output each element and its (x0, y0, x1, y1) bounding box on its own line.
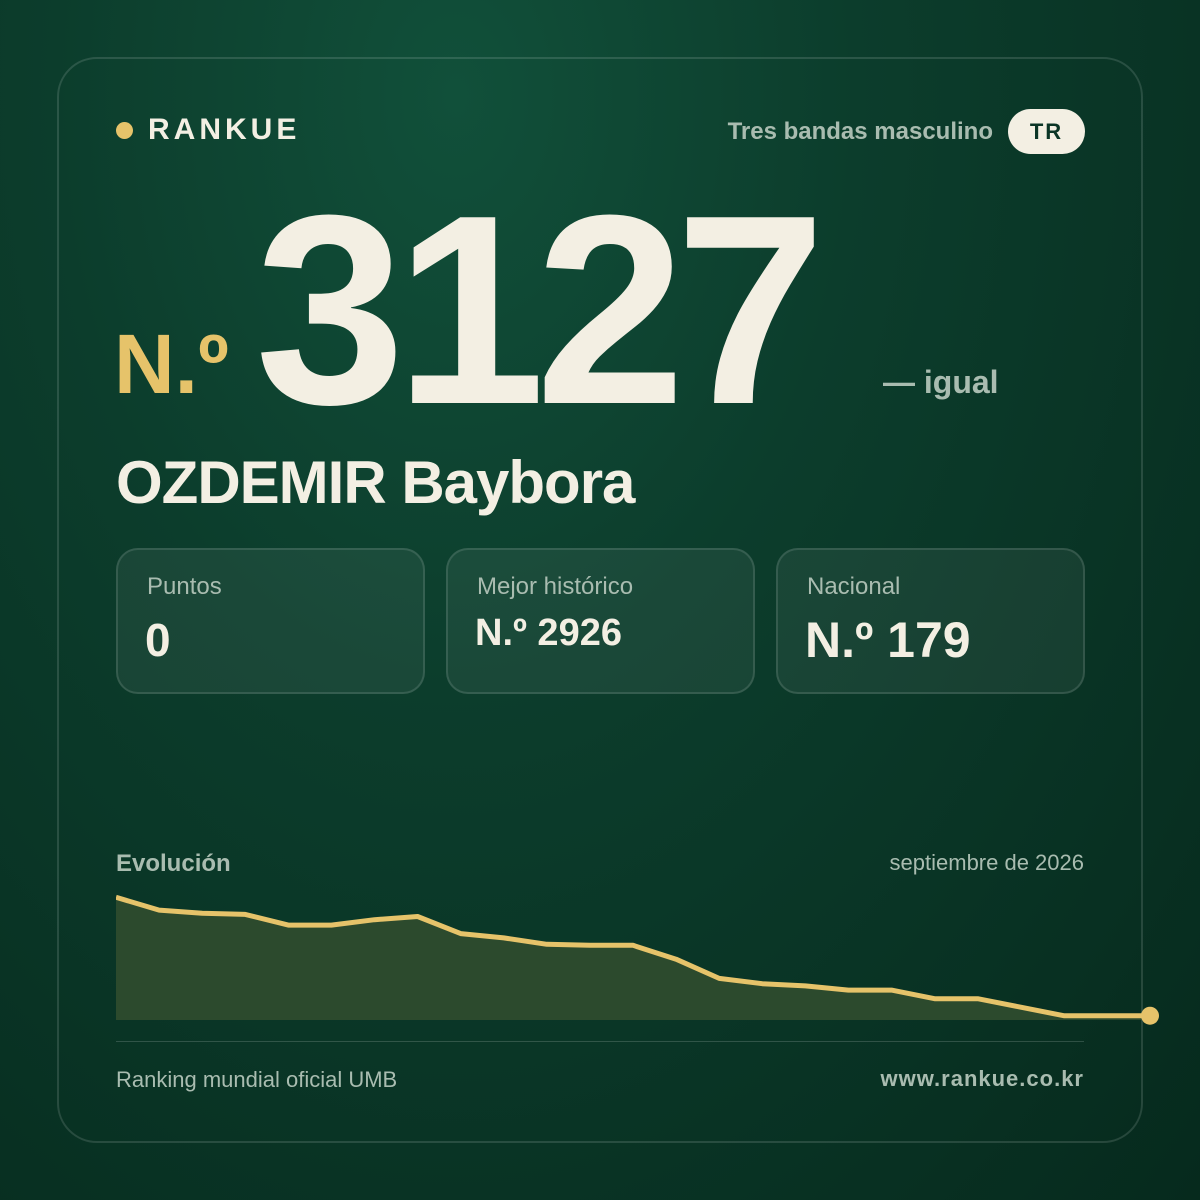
footer-divider (116, 1041, 1084, 1042)
footer-source: Ranking mundial oficial UMB (116, 1067, 398, 1092)
category-label: Tres bandas masculino (727, 118, 993, 145)
brand-name: RANKUE (148, 113, 301, 146)
brand-dot-icon (116, 121, 133, 139)
stat-value: 0 (145, 614, 171, 666)
stat-label: Mejor histórico (477, 573, 634, 600)
evolution-title: Evolución (116, 850, 231, 877)
evolution-date: septiembre de 2026 (889, 850, 1084, 875)
country-badge: TR (1008, 109, 1085, 154)
player-name: OZDEMIR Baybora (116, 449, 635, 516)
stat-best-rank: Mejor histórico N.º 2926 (446, 548, 755, 694)
footer-website[interactable]: www.rankue.co.kr (881, 1066, 1084, 1092)
rank-prefix: N.º (114, 317, 229, 411)
stat-label: Puntos (147, 573, 222, 600)
stat-label: Nacional (807, 573, 901, 600)
chart-last-point (1141, 1006, 1159, 1025)
stat-points: Puntos 0 (116, 548, 425, 694)
evolution-chart (116, 894, 1159, 1025)
rank-number: 3127 (255, 160, 826, 461)
brand-logo: RANKUE (116, 113, 300, 147)
rank-change: — igual (883, 364, 999, 400)
stat-value: N.º 2926 (475, 612, 622, 654)
stat-value: N.º 179 (805, 612, 971, 668)
stat-national-rank: Nacional N.º 179 (776, 548, 1085, 694)
